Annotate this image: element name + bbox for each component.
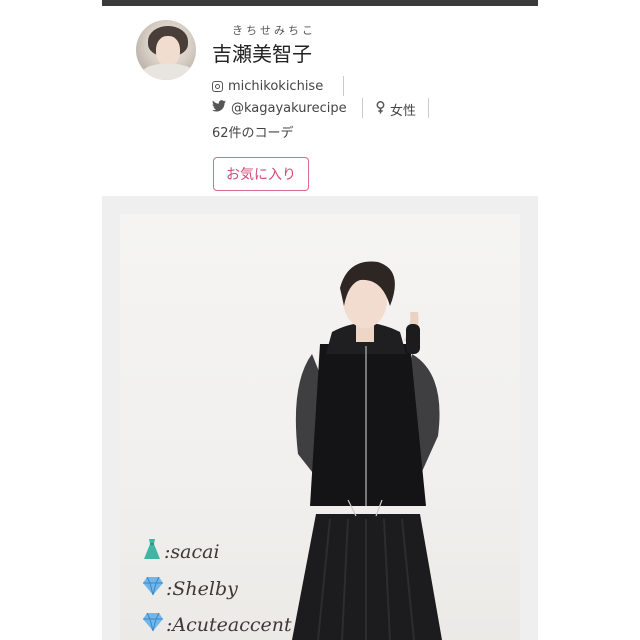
brand-caption: :Shelby [142,576,238,601]
favorite-button[interactable]: お気に入り [213,157,309,191]
divider [362,98,363,118]
twitter-icon [212,100,226,116]
twitter-link[interactable]: @kagayakurecipe [212,100,347,116]
caption-text: :Shelby [166,577,238,600]
brand-caption: :Acuteaccent [142,612,292,637]
divider [428,98,429,118]
instagram-link[interactable]: michikokichise [212,79,323,94]
outfit-photo[interactable]: :sacai :Shelby :Acuteaccent [120,214,520,640]
female-icon [376,101,385,118]
dress-icon [142,538,162,565]
instagram-icon [212,81,223,92]
gender-info: 女性 [376,100,416,119]
gem-icon [142,576,164,601]
profile-name: 吉瀬美智子 [212,42,312,66]
gem-icon [142,612,164,637]
avatar[interactable] [136,20,196,80]
twitter-handle: @kagayakurecipe [231,100,347,116]
name-furigana: きちせみちこ [232,24,316,37]
instagram-handle: michikokichise [228,79,324,94]
caption-text: :sacai [164,540,220,563]
caption-text: :Acuteaccent [166,613,292,636]
gender-label: 女性 [390,104,417,119]
brand-caption: :sacai [142,538,220,565]
coord-count: 62件のコーデ [212,126,294,141]
divider [343,76,344,96]
profile-card: きちせみちこ 吉瀬美智子 michikokichise @kagayakurec… [102,6,538,196]
